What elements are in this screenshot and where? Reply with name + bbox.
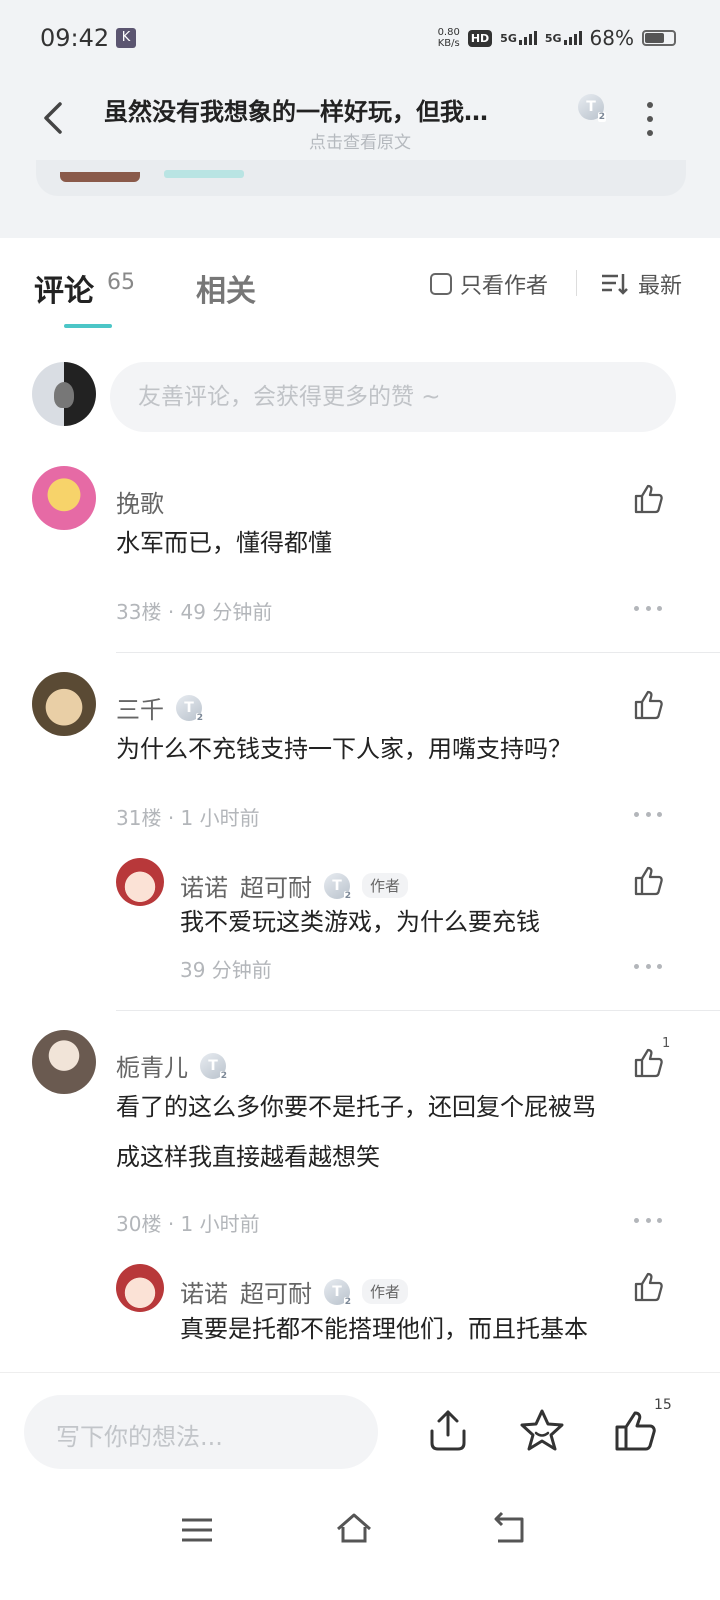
checkbox-icon[interactable] bbox=[430, 273, 452, 295]
view-original-link[interactable]: 点击查看原文 bbox=[0, 128, 720, 153]
level-badge-icon: T2 bbox=[578, 94, 606, 122]
avatar[interactable] bbox=[32, 1030, 96, 1094]
home-icon[interactable] bbox=[334, 1509, 374, 1549]
battery-icon bbox=[642, 30, 676, 46]
comment-composer bbox=[32, 362, 692, 432]
avatar[interactable] bbox=[32, 466, 96, 530]
reply-avatar[interactable] bbox=[116, 1264, 164, 1312]
status-bar: 09:42 K 0.80 KB/s HD 5G 5G 68% bbox=[0, 0, 720, 76]
author-only-toggle[interactable]: 只看作者 bbox=[430, 268, 548, 300]
bottom-action-bar: 写下你的想法... 15 bbox=[0, 1372, 720, 1600]
comment-more-icon[interactable] bbox=[634, 812, 662, 820]
avatar[interactable] bbox=[32, 672, 96, 736]
level-badge-icon: T2 bbox=[200, 1052, 228, 1081]
battery-percent: 68% bbox=[589, 26, 634, 50]
network-speed: 0.80 KB/s bbox=[437, 27, 460, 49]
status-icons: 0.80 KB/s HD 5G 5G 68% bbox=[438, 26, 676, 50]
comment-more-icon[interactable] bbox=[634, 606, 662, 614]
comment-meta: 30楼 · 1 小时前 bbox=[116, 1212, 260, 1236]
comment-divider bbox=[116, 1010, 720, 1011]
like-count: 15 bbox=[654, 1397, 672, 1413]
comment-author[interactable]: 栀青儿 T2 bbox=[116, 1048, 228, 1083]
post-thumbnail bbox=[60, 172, 140, 182]
reply-time: 39 分钟前 bbox=[180, 958, 272, 982]
comment-text: 看了的这么多你要不是托子，还回复个屁被骂 成这样我直接越看越想笑 bbox=[116, 1093, 596, 1171]
app-notification-icon: K bbox=[116, 28, 136, 48]
reply-text: 真要是托都不能搭理他们，而且托基本 bbox=[180, 1315, 588, 1343]
system-nav-bar bbox=[0, 1501, 720, 1581]
like-icon[interactable] bbox=[632, 1046, 666, 1080]
level-badge-icon: T2 bbox=[176, 694, 204, 723]
my-avatar[interactable] bbox=[32, 362, 96, 426]
comments-panel: 评论 65 相关 只看作者 最新 挽歌 水军而已，懂得 bbox=[0, 238, 720, 1398]
sort-icon bbox=[602, 274, 628, 295]
tab-comments[interactable]: 评论 bbox=[34, 266, 94, 310]
tab-related[interactable]: 相关 bbox=[196, 266, 256, 310]
signal-icon: 5G bbox=[500, 31, 537, 45]
reply-more-icon[interactable] bbox=[634, 964, 662, 972]
like-icon[interactable] bbox=[632, 482, 666, 516]
active-tab-indicator bbox=[64, 324, 112, 328]
level-badge-icon: T2 bbox=[324, 1278, 352, 1307]
post-header: 虽然没有我想象的一样好玩，但我… T2 点击查看原文 bbox=[0, 80, 720, 160]
like-icon[interactable] bbox=[632, 1270, 666, 1304]
comment-author[interactable]: 三千 T2 bbox=[116, 690, 204, 725]
comment-text: 水军而已，懂得都懂 bbox=[116, 529, 332, 557]
status-time: 09:42 bbox=[40, 24, 110, 52]
divider bbox=[576, 270, 577, 296]
hd-icon: HD bbox=[467, 29, 493, 47]
comment-text: 为什么不充钱支持一下人家，用嘴支持吗？ bbox=[116, 735, 572, 763]
comment-divider bbox=[116, 652, 720, 653]
comment-more-icon[interactable] bbox=[634, 1218, 662, 1226]
author-tag: 作者 bbox=[362, 873, 409, 898]
comment-author[interactable]: 挽歌 bbox=[116, 484, 164, 519]
like-count: 1 bbox=[662, 1036, 671, 1051]
reply-avatar[interactable] bbox=[116, 858, 164, 906]
more-options-icon[interactable] bbox=[645, 102, 655, 136]
post-title[interactable]: 虽然没有我想象的一样好玩，但我… bbox=[104, 92, 554, 127]
sort-button[interactable]: 最新 bbox=[600, 268, 682, 300]
reply-text: 我不爱玩这类游戏，为什么要充钱 bbox=[180, 908, 540, 936]
signal-icon-2: 5G bbox=[545, 31, 582, 45]
post-card-text bbox=[164, 170, 244, 178]
like-icon[interactable] bbox=[612, 1407, 660, 1455]
write-thought-input[interactable]: 写下你的想法... bbox=[24, 1395, 378, 1469]
menu-icon[interactable] bbox=[178, 1511, 218, 1551]
comment-meta: 31楼 · 1 小时前 bbox=[116, 806, 260, 830]
comment-tabs: 评论 65 相关 只看作者 最新 bbox=[0, 238, 720, 338]
comment-input[interactable] bbox=[110, 362, 676, 432]
level-badge-icon: T2 bbox=[324, 872, 352, 901]
back-nav-icon[interactable] bbox=[492, 1511, 532, 1551]
favorite-star-icon[interactable] bbox=[518, 1407, 566, 1455]
comment-count: 65 bbox=[107, 270, 135, 295]
comment-meta: 33楼 · 49 分钟前 bbox=[116, 600, 273, 624]
share-icon[interactable] bbox=[424, 1407, 472, 1455]
post-card-peek[interactable] bbox=[36, 160, 686, 196]
author-tag: 作者 bbox=[362, 1279, 409, 1304]
like-icon[interactable] bbox=[632, 688, 666, 722]
like-icon[interactable] bbox=[632, 864, 666, 898]
